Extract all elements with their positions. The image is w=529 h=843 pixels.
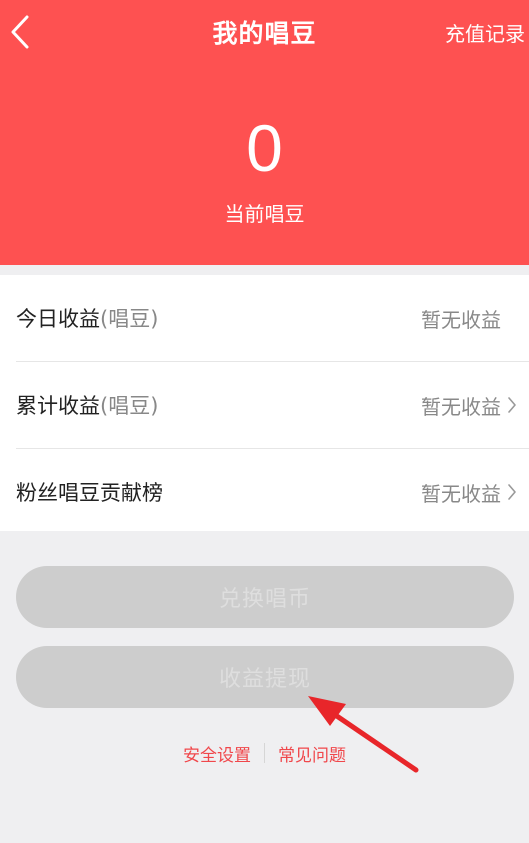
chevron-right-icon: [508, 484, 516, 500]
row-label: 今日收益(唱豆): [16, 303, 158, 333]
row-label: 累计收益(唱豆): [16, 390, 158, 420]
header-banner: 我的唱豆 充值记录 0 当前唱豆: [0, 0, 529, 265]
recharge-record-link[interactable]: 充值记录: [445, 18, 525, 47]
row-value: 暂无收益: [421, 394, 501, 419]
row-fan-contribution-ranking[interactable]: 粉丝唱豆贡献榜 暂无收益: [0, 449, 529, 535]
row-today-earnings: 今日收益(唱豆) 暂无收益: [0, 275, 529, 361]
security-settings-link[interactable]: 安全设置: [183, 741, 251, 766]
chevron-right-icon: [508, 397, 516, 413]
bean-balance-label: 当前唱豆: [224, 202, 305, 226]
row-label-text: 今日收益: [16, 307, 100, 331]
exchange-coins-button[interactable]: 兑换唱币: [16, 566, 514, 628]
row-unit: (唱豆): [100, 307, 159, 331]
row-unit: (唱豆): [100, 394, 159, 418]
earnings-list: 今日收益(唱豆) 暂无收益 累计收益(唱豆) 暂无收益 粉丝唱豆贡献榜 暂无收益: [0, 275, 529, 531]
row-total-earnings[interactable]: 累计收益(唱豆) 暂无收益: [0, 362, 529, 448]
row-value: 暂无收益: [421, 481, 501, 506]
row-value: 暂无收益: [421, 307, 501, 332]
row-label: 粉丝唱豆贡献榜: [16, 481, 163, 505]
row-label-text: 累计收益: [16, 394, 100, 418]
bean-balance: 0: [246, 111, 283, 185]
red-arrow-annotation: [308, 696, 419, 773]
divider: [264, 743, 265, 763]
footer-links: 安全设置 常见问题: [0, 740, 529, 766]
withdraw-earnings-button[interactable]: 收益提现: [16, 646, 514, 708]
